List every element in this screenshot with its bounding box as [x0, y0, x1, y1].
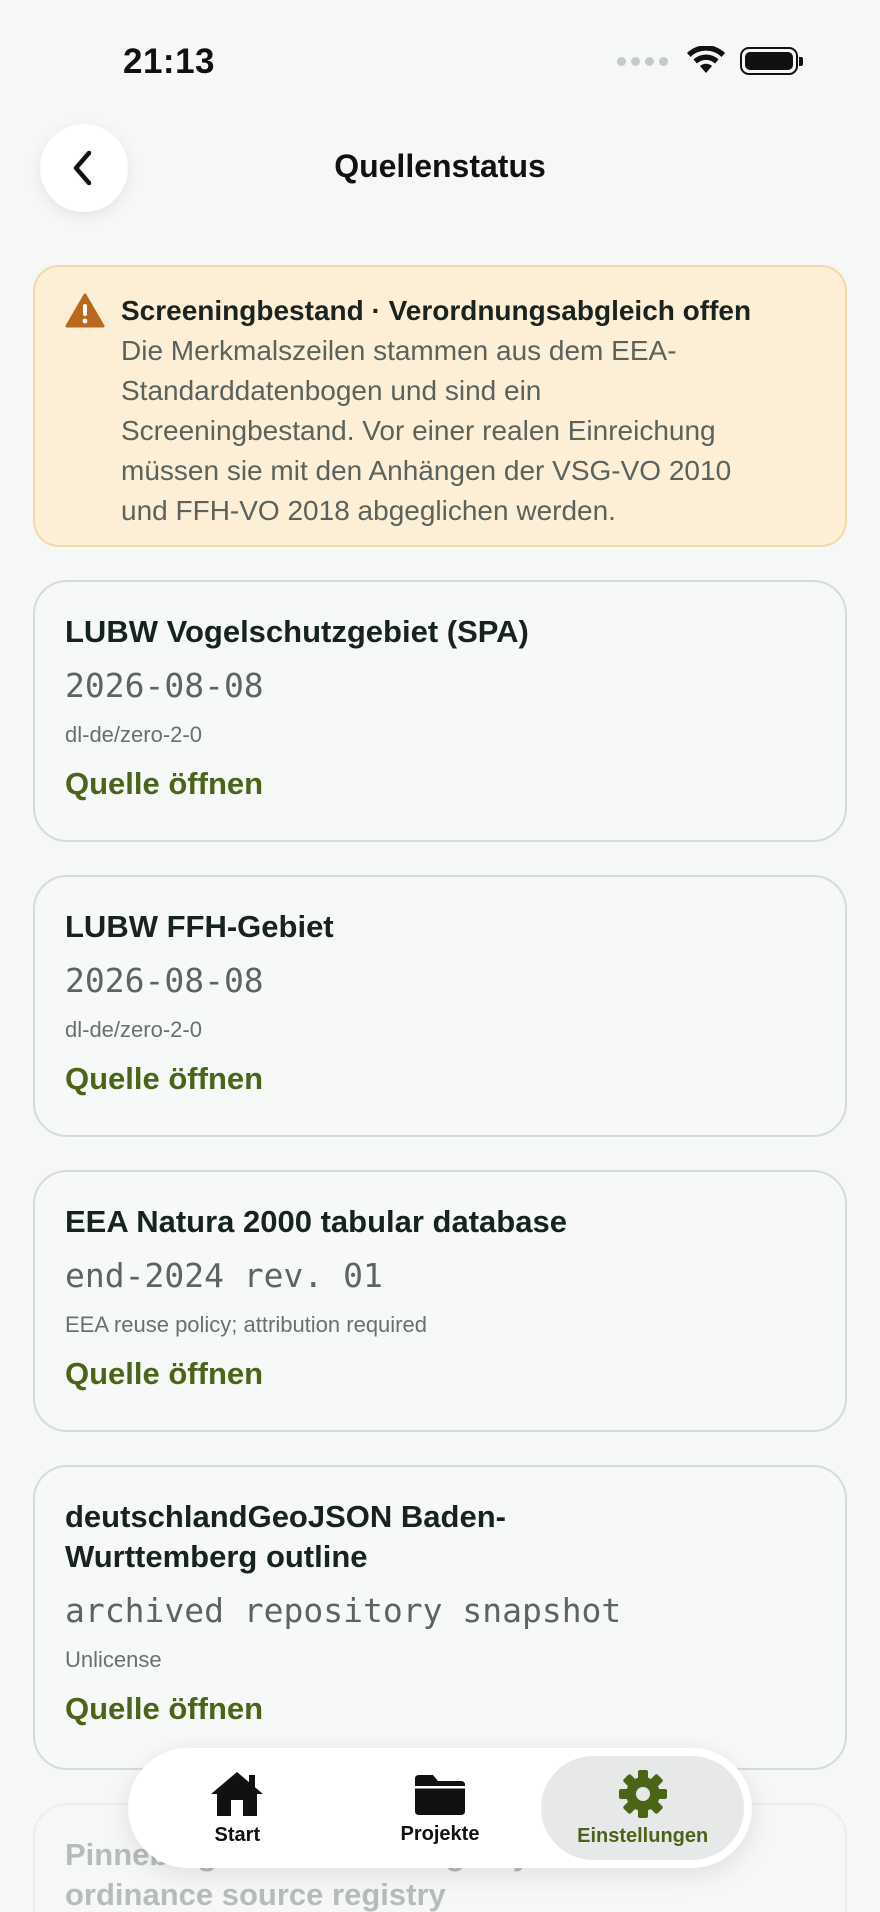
gear-icon — [618, 1769, 667, 1818]
battery-icon — [740, 47, 803, 75]
source-license: EEA reuse policy; attribution required — [65, 1312, 427, 1337]
source-title: LUBW Vogelschutzgebiet (SPA) — [65, 614, 529, 649]
screen: 21:13 Quellenstatus Screeningbestand · V… — [0, 0, 880, 1912]
status-time: 21:13 — [123, 42, 216, 81]
warning-banner: Screeningbestand · Verordnungsabgleich o… — [33, 265, 847, 547]
tab-bar: Start Projekte Einstellungen — [128, 1748, 752, 1868]
open-source-link[interactable]: Quelle öffnen — [65, 1689, 263, 1729]
folder-icon — [415, 1774, 465, 1815]
tab-label: Start — [214, 1823, 261, 1846]
source-version: 2026-08-08 — [65, 961, 264, 1000]
warning-triangle-icon — [65, 293, 105, 328]
home-icon — [211, 1771, 264, 1816]
banner-text-line: Standarddatenbogen und sind ein — [121, 375, 542, 406]
source-license: dl-de/zero-2-0 — [65, 1017, 202, 1042]
source-title: Wurttemberg outline — [65, 1539, 368, 1574]
source-title: LUBW FFH-Gebiet — [65, 909, 334, 944]
wifi-icon — [687, 46, 725, 73]
banner-text-line: und FFH-VO 2018 abgeglichen werden. — [121, 495, 616, 526]
page-title: Quellenstatus — [334, 148, 546, 184]
banner-text-line: müssen sie mit den Anhängen der VSG-VO 2… — [121, 455, 732, 486]
open-source-link[interactable]: Quelle öffnen — [65, 1059, 263, 1099]
source-title: ordinance source registry — [65, 1877, 446, 1912]
source-version: 2026-08-08 — [65, 666, 264, 705]
source-version: archived repository snapshot — [65, 1591, 622, 1630]
source-license: Unlicense — [65, 1647, 162, 1672]
banner-text-line: Screeningbestand. Vor einer realen Einre… — [121, 415, 716, 446]
tab-einstellungen[interactable]: Einstellungen — [541, 1756, 745, 1860]
banner-text-line: Die Merkmalszeilen stammen aus dem EEA- — [121, 335, 677, 366]
source-version: end-2024 rev. 01 — [65, 1256, 383, 1295]
source-title: deutschlandGeoJSON Baden- — [65, 1499, 506, 1534]
status-icons — [617, 46, 803, 76]
tab-label: Einstellungen — [577, 1824, 709, 1847]
open-source-link[interactable]: Quelle öffnen — [65, 1354, 263, 1394]
source-card: deutschlandGeoJSON Baden- Wurttemberg ou… — [33, 1465, 847, 1770]
source-title: EEA Natura 2000 tabular database — [65, 1204, 567, 1239]
banner-title: Screeningbestand · Verordnungsabgleich o… — [121, 295, 752, 326]
tab-label: Projekte — [400, 1822, 480, 1845]
source-license: dl-de/zero-2-0 — [65, 722, 202, 747]
source-card: LUBW Vogelschutzgebiet (SPA) 2026-08-08 … — [33, 580, 847, 842]
source-card: EEA Natura 2000 tabular database end-202… — [33, 1170, 847, 1432]
signal-dots-icon — [617, 56, 668, 66]
tab-projekte[interactable]: Projekte — [339, 1756, 542, 1860]
tab-start[interactable]: Start — [136, 1756, 339, 1860]
open-source-link[interactable]: Quelle öffnen — [65, 764, 263, 804]
source-card: LUBW FFH-Gebiet 2026-08-08 dl-de/zero-2-… — [33, 875, 847, 1137]
